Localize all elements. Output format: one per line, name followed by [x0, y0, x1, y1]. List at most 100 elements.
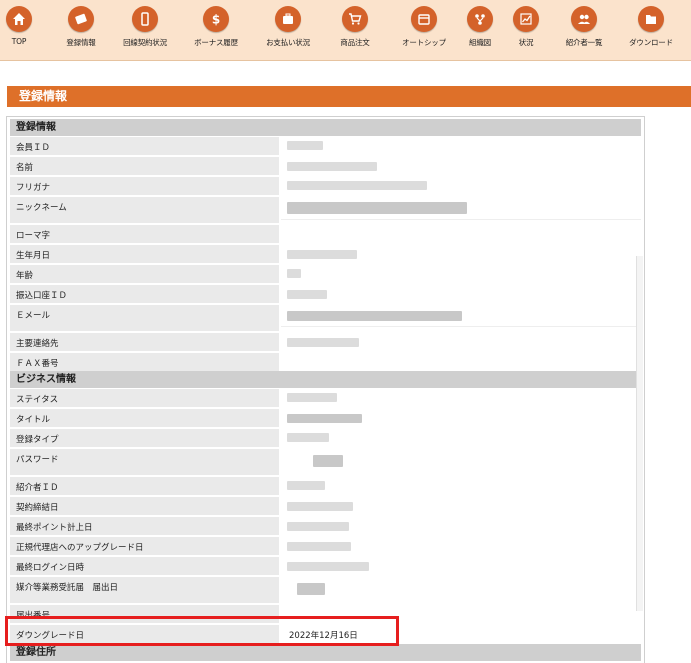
- edit-icon: [68, 6, 94, 32]
- nav-label: 回線契約状況: [123, 38, 167, 47]
- home-icon: [6, 6, 32, 32]
- row-label: 正規代理店へのアップグレード日: [10, 537, 279, 555]
- nav-label: 紹介者一覧: [565, 38, 603, 47]
- redacted-value: [287, 393, 337, 402]
- table-row: 会員ＩＤ: [10, 137, 641, 156]
- redacted-value: [287, 181, 427, 190]
- nav-item-line-contract[interactable]: 回線契約状況: [110, 6, 180, 48]
- trend-chart-icon: [513, 6, 539, 32]
- redacted-value: [287, 562, 369, 571]
- table-row: 振込口座ＩＤ: [10, 285, 641, 304]
- table-row: 年齢: [10, 265, 641, 284]
- section-header-registration: 登録情報: [10, 119, 641, 136]
- vertical-scrollbar[interactable]: [636, 256, 643, 611]
- users-icon: [571, 6, 597, 32]
- top-navigation: TOP 登録情報 回線契約状況 $ ボーナス履歴 お支払い状況 商品注文 オート…: [0, 0, 691, 61]
- page-title: 登録情報: [7, 86, 691, 107]
- table-row: パスワード: [10, 449, 641, 476]
- redacted-value: [287, 502, 353, 511]
- svg-text:$: $: [212, 13, 220, 27]
- row-value: [281, 197, 641, 223]
- calendar-icon: [411, 6, 437, 32]
- row-label: タイトル: [10, 409, 279, 427]
- row-value: [281, 605, 641, 623]
- table-row: 届出番号: [10, 605, 641, 624]
- row-value: 2022年12月16日: [281, 625, 641, 643]
- nav-label: ボーナス履歴: [194, 38, 238, 47]
- table-row: 媒介等業務受託届 届出日: [10, 577, 641, 604]
- redacted-value: [287, 269, 301, 278]
- table-row-downgrade-date: ダウングレード日 2022年12月16日: [10, 625, 641, 644]
- row-value: [281, 477, 641, 495]
- row-label: 年齢: [10, 265, 279, 283]
- row-value: [281, 245, 641, 263]
- table-row: Ｅメール: [10, 305, 641, 332]
- row-value: [281, 537, 641, 555]
- nav-item-payment-status[interactable]: お支払い状況: [253, 6, 323, 48]
- redacted-value: [287, 481, 325, 490]
- nav-item-registration[interactable]: 登録情報: [46, 6, 116, 48]
- wallet-icon: [275, 6, 301, 32]
- redacted-value: [287, 542, 351, 551]
- row-label: 主要連絡先: [10, 333, 279, 351]
- table-row: ニックネーム: [10, 197, 641, 224]
- table-row: ローマ字: [10, 225, 641, 244]
- dollar-icon: $: [203, 6, 229, 32]
- redacted-value: [287, 311, 462, 321]
- redacted-value: [287, 290, 327, 299]
- table-row: 名前: [10, 157, 641, 176]
- nav-label: お支払い状況: [266, 38, 310, 47]
- row-value: [281, 497, 641, 515]
- row-label: 届出番号: [10, 605, 279, 623]
- row-value: [281, 577, 641, 603]
- row-label: 振込口座ＩＤ: [10, 285, 279, 303]
- cart-icon: [342, 6, 368, 32]
- row-label: パスワード: [10, 449, 279, 475]
- row-label: ダウングレード日: [10, 625, 279, 643]
- table-row: 登録タイプ: [10, 429, 641, 448]
- redacted-value: [287, 202, 467, 214]
- redacted-value: [297, 583, 325, 595]
- row-value: [281, 409, 641, 427]
- redacted-value: [287, 250, 357, 259]
- row-label: 名前: [10, 157, 279, 175]
- row-label: Ｅメール: [10, 305, 279, 331]
- table-row: 主要連絡先: [10, 333, 641, 352]
- nav-item-referrer-list[interactable]: 紹介者一覧: [549, 6, 619, 48]
- nav-item-bonus-history[interactable]: $ ボーナス履歴: [181, 6, 251, 48]
- redacted-value: [313, 455, 343, 467]
- row-label: 最終ログイン日時: [10, 557, 279, 575]
- row-value: [281, 429, 641, 447]
- row-value: [281, 333, 641, 351]
- row-value: [281, 157, 641, 175]
- table-row: 最終ログイン日時: [10, 557, 641, 576]
- row-value: [281, 225, 641, 243]
- nav-item-download[interactable]: ダウンロード: [616, 6, 686, 48]
- org-chart-icon: [467, 6, 493, 32]
- row-value: [281, 265, 641, 283]
- row-value: [281, 305, 641, 331]
- table-row: 紹介者ＩＤ: [10, 477, 641, 496]
- row-value: [281, 389, 641, 407]
- nav-label: ダウンロード: [629, 38, 673, 47]
- row-label: ニックネーム: [10, 197, 279, 223]
- row-label: フリガナ: [10, 177, 279, 195]
- table-row: ＦＡＸ番号: [10, 353, 641, 372]
- row-label: ステイタス: [10, 389, 279, 407]
- redacted-value: [287, 141, 323, 150]
- table-row: 最終ポイント計上日: [10, 517, 641, 536]
- section-header-business: ビジネス情報: [10, 371, 641, 388]
- redacted-value: [287, 433, 329, 442]
- row-value: [281, 557, 641, 575]
- table-row: ステイタス: [10, 389, 641, 408]
- table-row: タイトル: [10, 409, 641, 428]
- download-folder-icon: [638, 6, 664, 32]
- nav-item-product-order[interactable]: 商品注文: [320, 6, 390, 48]
- table-row: 契約締結日: [10, 497, 641, 516]
- table-row: 生年月日: [10, 245, 641, 264]
- row-value: [281, 353, 641, 371]
- nav-label: 商品注文: [340, 38, 370, 47]
- row-label: ローマ字: [10, 225, 279, 243]
- row-label: 媒介等業務受託届 届出日: [10, 577, 279, 603]
- table-row: 正規代理店へのアップグレード日: [10, 537, 641, 556]
